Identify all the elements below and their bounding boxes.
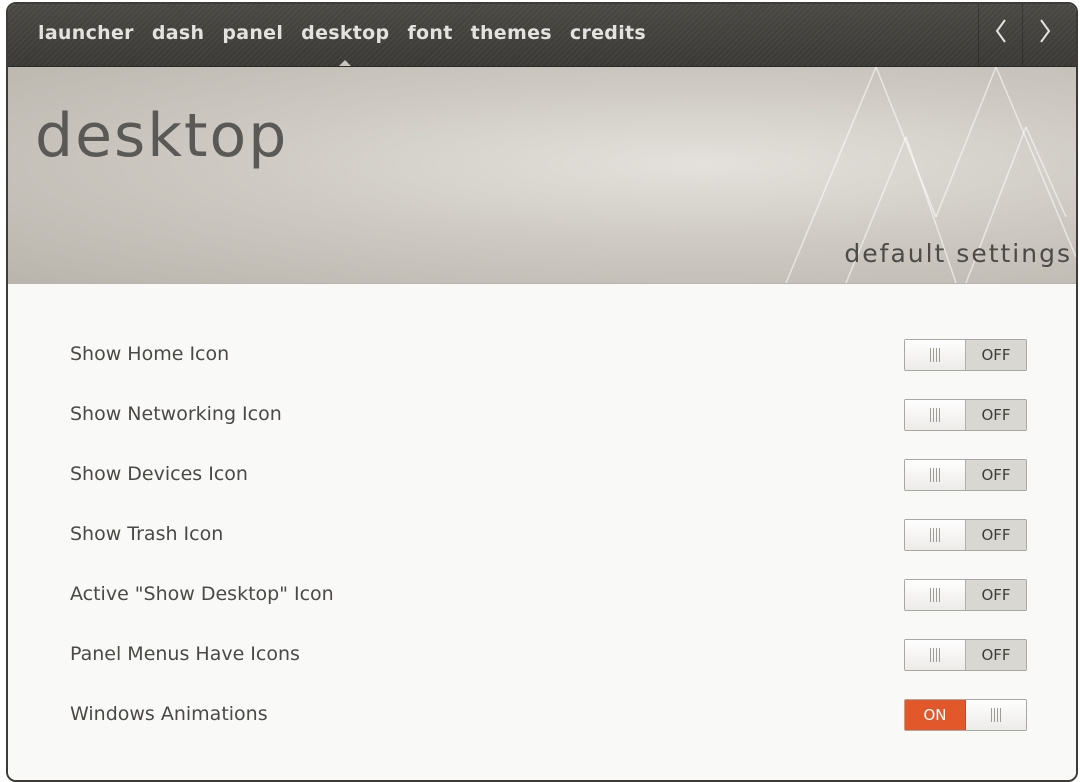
app-window: launcher dash panel desktop font themes … — [6, 2, 1078, 782]
show-home-icon-toggle[interactable]: OFF — [904, 339, 1027, 371]
setting-row-show-home-icon: Show Home Icon OFF — [8, 335, 1076, 375]
page-title: desktop — [35, 101, 289, 171]
grip-icon — [930, 348, 940, 362]
tab-panel[interactable]: panel — [213, 4, 292, 66]
top-navigation-bar: launcher dash panel desktop font themes … — [8, 4, 1076, 67]
grip-icon — [930, 468, 940, 482]
previous-button[interactable] — [978, 4, 1022, 66]
toggle-state: OFF — [965, 640, 1026, 670]
setting-label: Panel Menus Have Icons — [70, 643, 300, 665]
setting-label: Show Networking Icon — [70, 403, 282, 425]
show-devices-icon-toggle[interactable]: OFF — [904, 459, 1027, 491]
setting-label: Windows Animations — [70, 703, 268, 725]
toggle-grip — [905, 400, 965, 430]
page-subtitle: default settings — [844, 239, 1072, 268]
setting-row-windows-animations: Windows Animations ON — [8, 695, 1076, 735]
panel-menus-have-icons-toggle[interactable]: OFF — [904, 639, 1027, 671]
tab-dash[interactable]: dash — [143, 4, 213, 66]
tab-credits[interactable]: credits — [561, 4, 655, 66]
toggle-grip — [905, 520, 965, 550]
active-show-desktop-icon-toggle[interactable]: OFF — [904, 579, 1027, 611]
toggle-state: OFF — [965, 520, 1026, 550]
tab-label: credits — [569, 22, 647, 44]
setting-row-active-show-desktop-icon: Active "Show Desktop" Icon OFF — [8, 575, 1076, 615]
tab-label: dash — [151, 22, 205, 44]
show-networking-icon-toggle[interactable]: OFF — [904, 399, 1027, 431]
tab-label: panel — [222, 22, 284, 44]
toggle-state: OFF — [965, 340, 1026, 370]
toggle-grip — [905, 640, 965, 670]
grip-icon — [930, 528, 940, 542]
setting-row-show-trash-icon: Show Trash Icon OFF — [8, 515, 1076, 555]
setting-row-panel-menus-have-icons: Panel Menus Have Icons OFF — [8, 635, 1076, 675]
toggle-grip — [905, 460, 965, 490]
tab-launcher[interactable]: launcher — [28, 4, 143, 66]
nav-arrows — [978, 4, 1066, 66]
toggle-state: OFF — [965, 460, 1026, 490]
tab-label: font — [407, 22, 453, 44]
toggle-state: OFF — [965, 400, 1026, 430]
grip-icon — [930, 588, 940, 602]
toggle-grip — [905, 580, 965, 610]
tab-themes[interactable]: themes — [462, 4, 561, 66]
toggle-state: ON — [905, 700, 966, 730]
grip-icon — [930, 648, 940, 662]
setting-label: Show Home Icon — [70, 343, 230, 365]
windows-animations-toggle[interactable]: ON — [904, 699, 1027, 731]
settings-panel: Show Home Icon OFF Show Networking Icon … — [8, 283, 1076, 780]
tab-label: desktop — [301, 22, 390, 44]
tab-desktop[interactable]: desktop — [292, 4, 398, 66]
setting-label: Active "Show Desktop" Icon — [70, 583, 334, 605]
setting-row-show-networking-icon: Show Networking Icon OFF — [8, 395, 1076, 435]
toggle-state: OFF — [965, 580, 1026, 610]
setting-label: Show Trash Icon — [70, 523, 224, 545]
show-trash-icon-toggle[interactable]: OFF — [904, 519, 1027, 551]
tab-font[interactable]: font — [398, 4, 461, 66]
active-tab-indicator — [339, 60, 352, 66]
toggle-grip — [966, 700, 1026, 730]
tab-label: themes — [470, 22, 552, 44]
nav-tabs: launcher dash panel desktop font themes … — [28, 4, 655, 66]
grip-icon — [930, 408, 940, 422]
toggle-grip — [905, 340, 965, 370]
chevron-right-icon — [1039, 19, 1050, 43]
next-button[interactable] — [1022, 4, 1066, 66]
tab-label: launcher — [38, 22, 134, 44]
chevron-left-icon — [995, 19, 1006, 43]
setting-row-show-devices-icon: Show Devices Icon OFF — [8, 455, 1076, 495]
grip-icon — [991, 708, 1001, 722]
page-header: desktop default settings — [8, 67, 1076, 283]
setting-label: Show Devices Icon — [70, 463, 248, 485]
